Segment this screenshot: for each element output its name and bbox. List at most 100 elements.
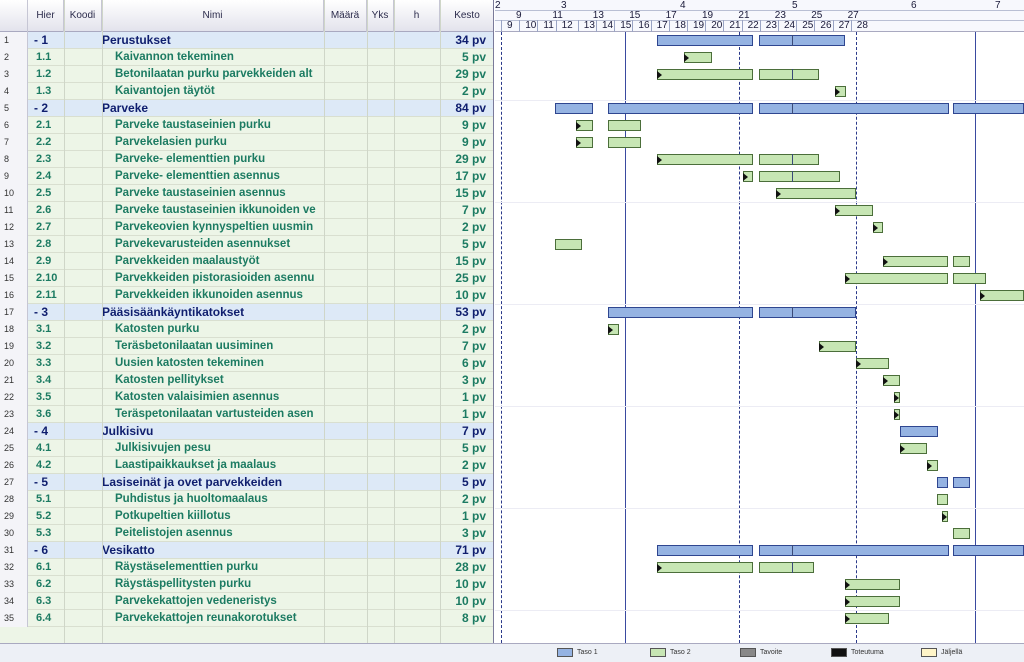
duration-cell: 71 pv [455, 543, 486, 557]
timeline-day-label: 13 [583, 20, 595, 31]
task-gantt-bar[interactable] [657, 69, 753, 80]
task-row[interactable]: 30 5.3 Peitelistojen asennus 3 pv [0, 525, 493, 542]
summary-row[interactable]: 27 - 5 Lasiseinät ja ovet parvekkeiden 5 pv [0, 474, 493, 491]
task-gantt-bar[interactable] [953, 273, 986, 284]
legend-swatch [831, 648, 847, 657]
task-row[interactable]: 32 6.1 Räystäselementtien purku 28 pv [0, 559, 493, 576]
summary-gantt-bar[interactable] [759, 307, 856, 318]
progress-marker-icon [942, 512, 947, 521]
task-row[interactable]: 7 2.2 Parvekelasien purku 9 pv [0, 134, 493, 151]
column-header-kesto[interactable]: Kesto [440, 0, 493, 32]
task-row[interactable]: 9 2.4 Parveke- elementtien asennus 17 pv [0, 168, 493, 185]
summary-row[interactable]: 1 - 1 Perustukset 34 pv [0, 32, 493, 49]
column-header-nimi[interactable]: Nimi [102, 0, 324, 32]
task-row[interactable]: 14 2.9 Parvekkeiden maalaustyöt 15 pv [0, 253, 493, 270]
column-header-h[interactable]: h [394, 0, 440, 32]
timeline-day-divider [705, 20, 707, 32]
duration-cell: 28 pv [455, 560, 486, 574]
summary-gantt-bar[interactable] [759, 545, 949, 556]
duration-cell: 2 pv [461, 458, 486, 472]
summary-gantt-bar[interactable] [953, 545, 1024, 556]
column-header-hier[interactable]: Hier [28, 0, 64, 32]
task-row[interactable]: 21 3.4 Katosten pellitykset 3 pv [0, 372, 493, 389]
task-gantt-bar[interactable] [759, 69, 819, 80]
timeline-day-divider [850, 20, 852, 32]
task-gantt-bar[interactable] [953, 256, 970, 267]
task-row[interactable]: 15 2.10 Parvekkeiden pistorasioiden asennu… [0, 270, 493, 287]
task-gantt-bar[interactable] [608, 120, 641, 131]
hierarchy-cell: 3.6 [36, 408, 52, 420]
task-row[interactable]: 11 2.6 Parveke taustaseinien ikkunoiden ve… [0, 202, 493, 219]
task-gantt-bar[interactable] [845, 613, 889, 624]
task-gantt-bar[interactable] [883, 256, 948, 267]
timeline-day-divider [501, 20, 502, 32]
task-row[interactable]: 4 1.3 Kaivantojen täytöt 2 pv [0, 83, 493, 100]
task-gantt-bar[interactable] [759, 562, 814, 573]
bar-segment-divider [792, 35, 793, 46]
task-row[interactable]: 28 5.1 Puhdistus ja huoltomaalaus 2 pv [0, 491, 493, 508]
task-row[interactable]: 29 5.2 Potkupeltien kiillotus 1 pv [0, 508, 493, 525]
timeline-day-label: 12 [561, 20, 573, 31]
summary-row[interactable]: 5 - 2 Parveke 84 pv [0, 100, 493, 117]
task-row[interactable]: 33 6.2 Räystäspellitysten purku 10 pv [0, 576, 493, 593]
column-header-maara[interactable]: Määrä [324, 0, 367, 32]
task-row[interactable]: 34 6.3 Parvekekattojen vedeneristys 10 pv [0, 593, 493, 610]
task-row[interactable]: 8 2.3 Parveke- elementtien purku 29 pv [0, 151, 493, 168]
column-header-yks[interactable]: Yks [367, 0, 394, 32]
task-gantt-bar[interactable] [835, 205, 873, 216]
task-gantt-bar[interactable] [953, 528, 970, 539]
summary-gantt-bar[interactable] [657, 35, 753, 46]
task-gantt-bar[interactable] [555, 239, 582, 250]
summary-gantt-bar[interactable] [657, 545, 753, 556]
task-row[interactable]: 13 2.8 Parvekevarusteiden asennukset 5 pv [0, 236, 493, 253]
task-row[interactable]: 10 2.5 Parveke taustaseinien asennus 15 pv [0, 185, 493, 202]
task-gantt-bar[interactable] [608, 137, 641, 148]
task-row[interactable]: 23 3.6 Teräspetonilaatan vartusteiden asen… [0, 406, 493, 423]
task-gantt-bar[interactable] [980, 290, 1024, 301]
task-row[interactable]: 22 3.5 Katosten valaisimien asennus 1 pv [0, 389, 493, 406]
task-row[interactable]: 3 1.2 Betonilaatan purku parvekkeiden alt 2… [0, 66, 493, 83]
summary-gantt-bar[interactable] [555, 103, 593, 114]
task-row[interactable]: 19 3.2 Teräsbetonilaatan uusiminen 7 pv [0, 338, 493, 355]
task-gantt-bar[interactable] [657, 562, 753, 573]
task-gantt-bar[interactable] [937, 494, 948, 505]
summary-gantt-bar[interactable] [759, 35, 845, 46]
task-row[interactable]: 12 2.7 Parvekeovien kynnyspeltien uusmin 2 … [0, 219, 493, 236]
task-row[interactable]: 26 4.2 Laastipaikkaukset ja maalaus 2 pv [0, 457, 493, 474]
summary-gantt-bar[interactable] [900, 426, 938, 437]
task-name-cell: Räystäselementtien purku [115, 561, 259, 573]
task-row[interactable]: 2 1.1 Kaivannon tekeminen 5 pv [0, 49, 493, 66]
summary-gantt-bar[interactable] [608, 307, 753, 318]
column-header-koodi[interactable]: Koodi [64, 0, 102, 32]
summary-gantt-bar[interactable] [759, 103, 949, 114]
task-row[interactable]: 6 2.1 Parveke taustaseinien purku 9 pv [0, 117, 493, 134]
summary-gantt-bar[interactable] [953, 103, 1024, 114]
task-gantt-bar[interactable] [759, 154, 819, 165]
task-row[interactable]: 20 3.3 Uusien katosten tekeminen 6 pv [0, 355, 493, 372]
timeline-day-label: 9 [507, 20, 513, 31]
task-gantt-bar[interactable] [759, 171, 840, 182]
task-row[interactable]: 25 4.1 Julkisivujen pesu 5 pv [0, 440, 493, 457]
timeline-day-label: 21 [729, 20, 741, 31]
timeline-header: 2 3 4 5 6 7 9 11 13 15 17 19 21 23 25 27 9 10 11 12 13 14 15 16… [495, 0, 1024, 32]
summary-row[interactable]: 31 - 6 Vesikatto 71 pv [0, 542, 493, 559]
summary-gantt-bar[interactable] [608, 103, 753, 114]
task-gantt-bar[interactable] [845, 273, 948, 284]
task-row[interactable]: 35 6.4 Parvekekattojen reunakorotukset 8 pv [0, 610, 493, 627]
task-row[interactable]: 18 3.1 Katosten purku 2 pv [0, 321, 493, 338]
progress-marker-icon [845, 597, 850, 606]
summary-row[interactable]: 24 - 4 Julkisivu 7 pv [0, 423, 493, 440]
hierarchy-cell: 3.3 [36, 357, 52, 369]
summary-row[interactable]: 17 - 3 Pääsisäänkäyntikatokset 53 pv [0, 304, 493, 321]
progress-marker-icon [927, 461, 932, 470]
summary-gantt-bar[interactable] [937, 477, 948, 488]
hierarchy-cell: 3.4 [36, 374, 52, 386]
row-number: 20 [0, 355, 28, 372]
summary-gantt-bar[interactable] [953, 477, 970, 488]
task-gantt-bar[interactable] [819, 341, 856, 352]
task-gantt-bar[interactable] [845, 579, 900, 590]
task-row[interactable]: 16 2.11 Parvekkeiden ikkunoiden asennus 10 … [0, 287, 493, 304]
task-gantt-bar[interactable] [776, 188, 856, 199]
task-gantt-bar[interactable] [845, 596, 900, 607]
task-gantt-bar[interactable] [657, 154, 753, 165]
